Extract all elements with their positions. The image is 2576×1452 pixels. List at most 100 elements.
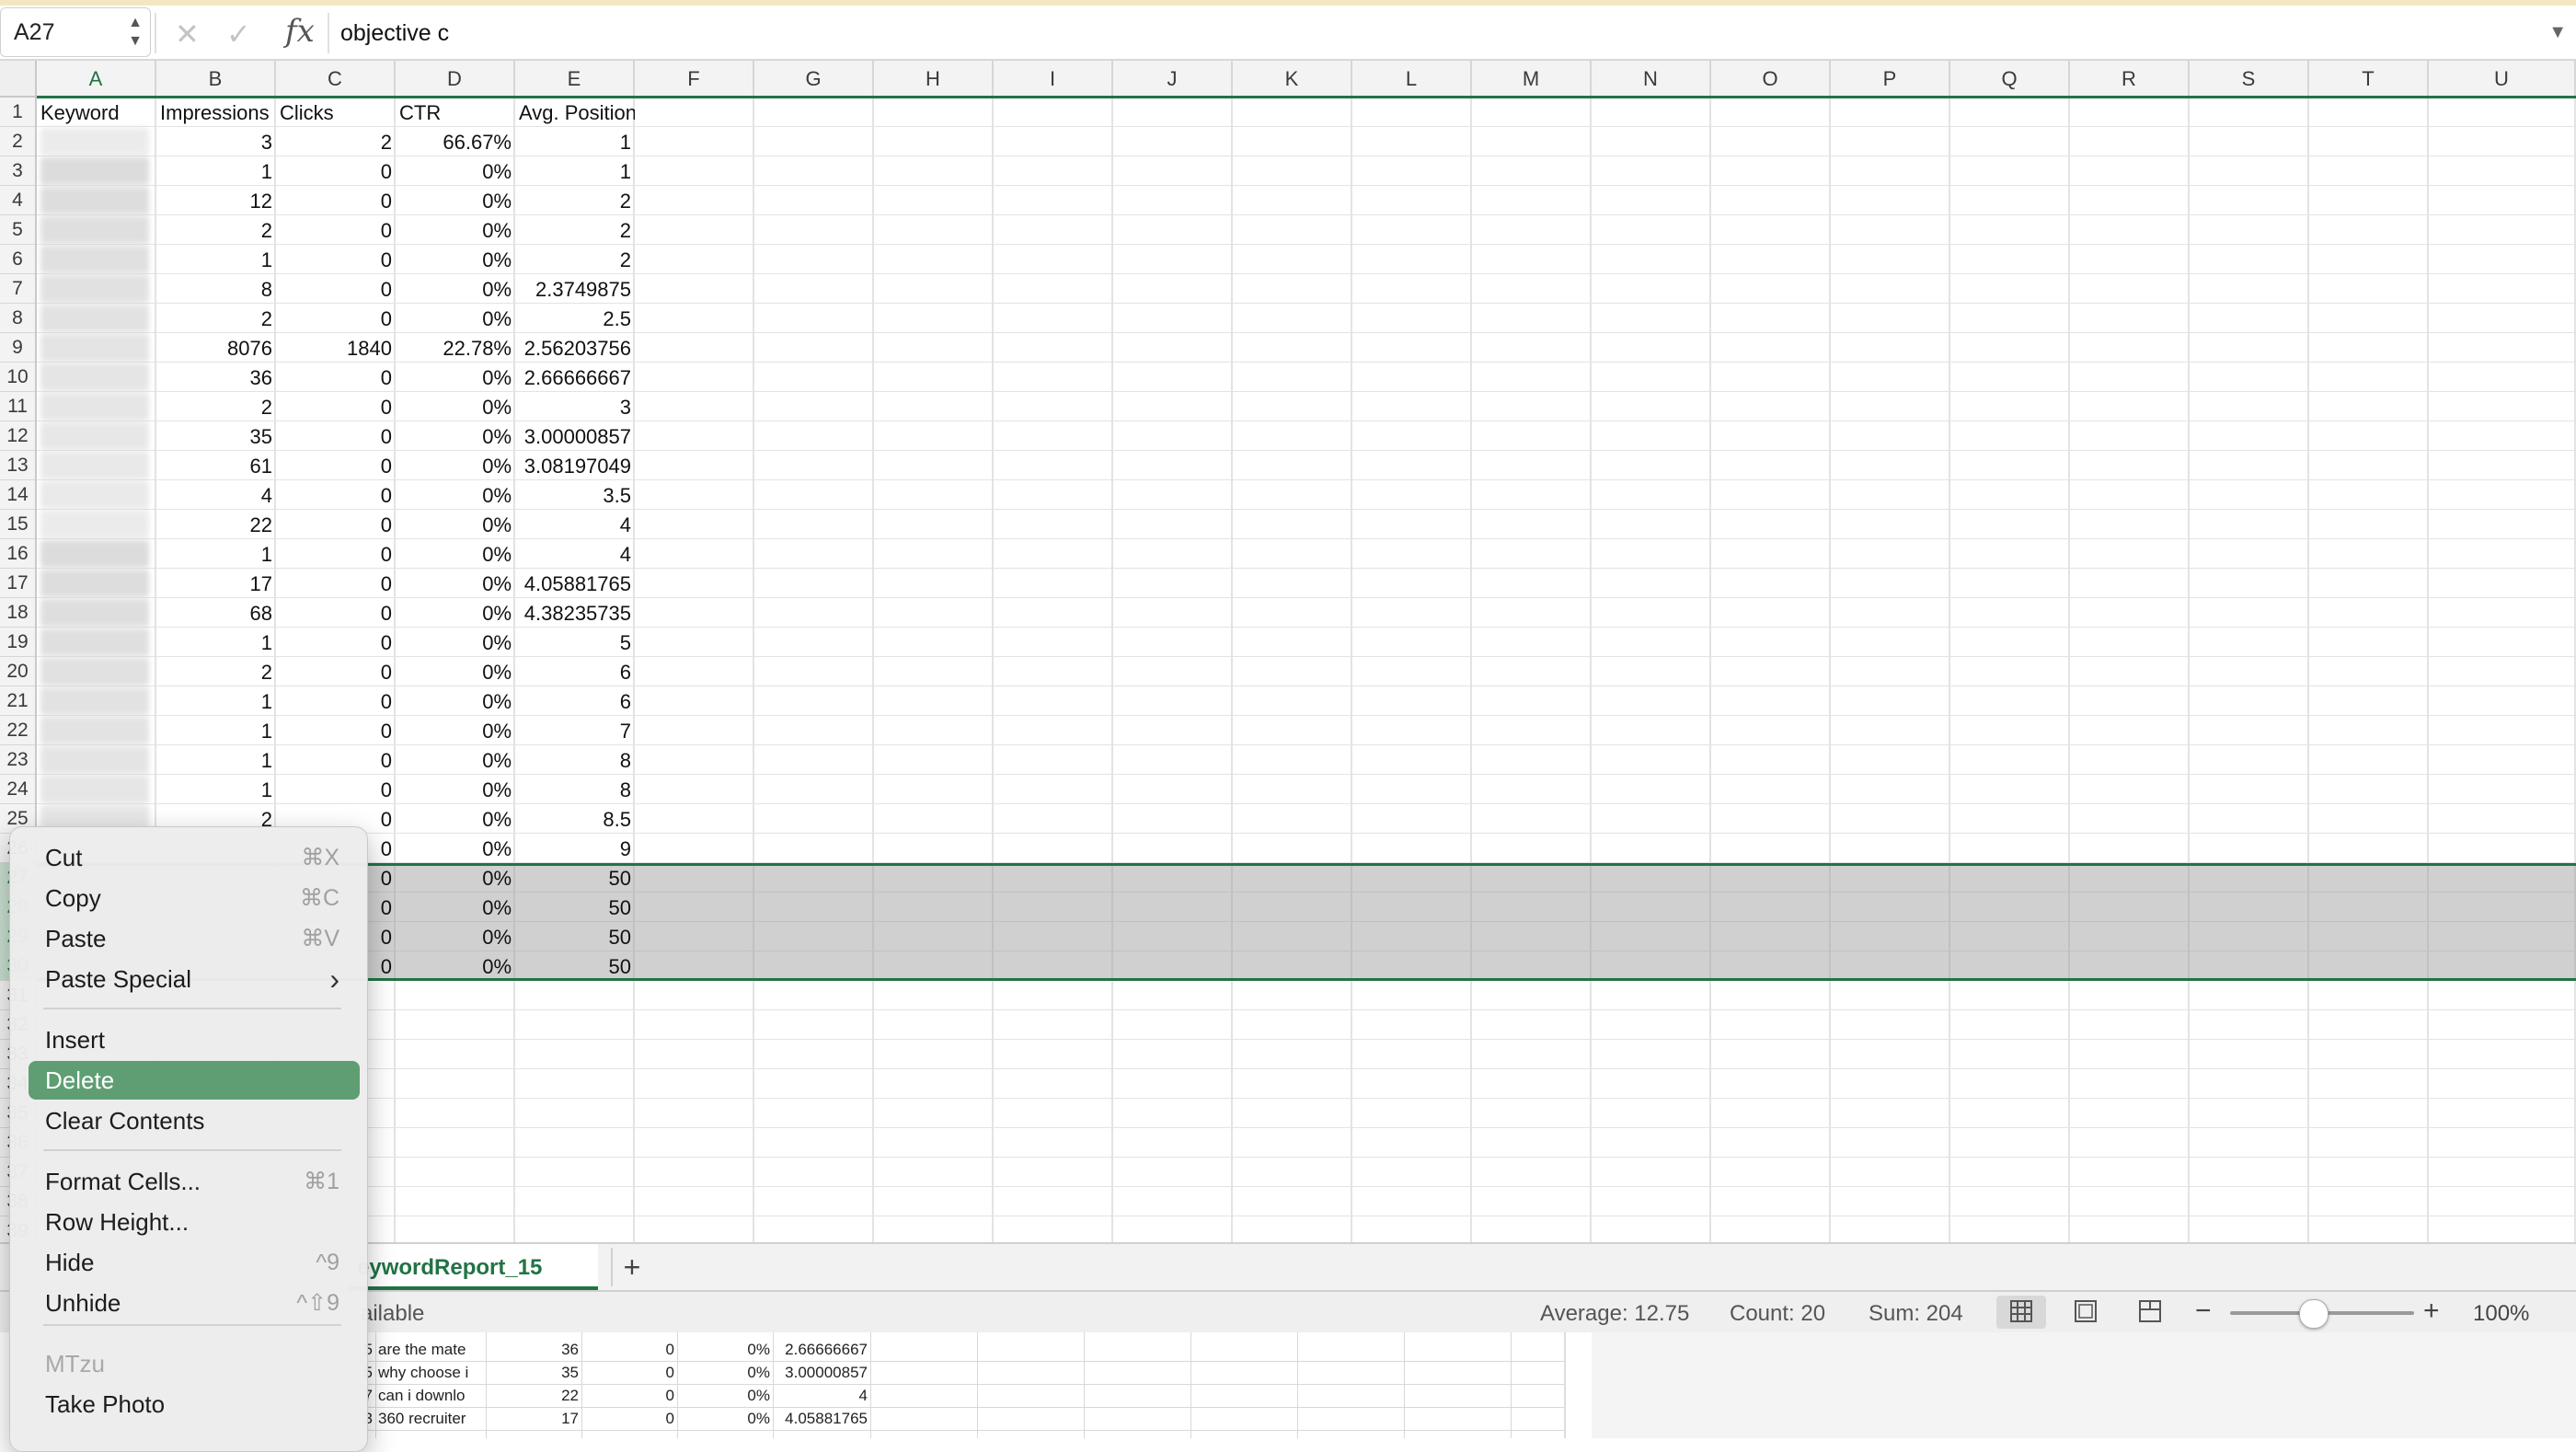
data-cell[interactable]: 1 [156,539,276,569]
data-cell[interactable]: 0% [396,363,515,392]
data-cell[interactable]: 0% [396,598,515,628]
redacted-keyword-cell[interactable] [40,599,149,627]
data-cell[interactable]: 6 [515,686,635,716]
data-cell[interactable]: 0 [276,628,396,657]
menu-item-delete[interactable]: Delete [29,1061,360,1100]
header-cell[interactable]: Avg. Position [515,98,635,127]
data-cell[interactable]: 0 [276,363,396,392]
data-cell[interactable]: 8 [515,745,635,775]
zoom-slider-thumb[interactable] [2299,1299,2329,1329]
column-header-n[interactable]: N [1592,61,1711,98]
data-cell[interactable]: 3.5 [515,480,635,510]
data-cell[interactable]: 0% [396,834,515,863]
data-cell[interactable]: 0 [276,686,396,716]
redacted-keyword-cell[interactable] [40,717,149,744]
redacted-keyword-cell[interactable] [40,570,149,597]
redacted-keyword-cell[interactable] [40,540,149,568]
row-header-6[interactable]: 6 [0,245,35,274]
menu-item-clear-contents[interactable]: Clear Contents [29,1101,360,1140]
data-cell[interactable]: 2 [156,657,276,686]
data-cell[interactable]: 3.08197049 [515,451,635,480]
data-cell[interactable]: 1 [156,716,276,745]
data-cell[interactable]: 0% [396,657,515,686]
data-cell[interactable]: 0% [396,922,515,951]
redacted-keyword-cell[interactable] [40,746,149,774]
menu-item-hide[interactable]: Hide ^9 [29,1243,360,1282]
data-cell[interactable]: 0 [276,569,396,598]
cross-icon[interactable]: ✕ [175,17,200,52]
row-header-23[interactable]: 23 [0,745,35,775]
data-cell[interactable]: 0 [276,274,396,304]
data-cell[interactable]: 0 [276,745,396,775]
data-cell[interactable]: 8 [156,274,276,304]
chevron-down-icon[interactable]: ▼ [2548,22,2567,43]
data-cell[interactable]: 2.66666667 [515,363,635,392]
page-break-view-icon[interactable] [2125,1296,2175,1329]
redacted-keyword-cell[interactable] [40,187,149,214]
worksheet[interactable]: ABCDEFGHIJKLMNOPQRSTU 1 2 3 4 5 6 7 8 9 10 11 12 13 1… [0,61,2576,1242]
row-header-18[interactable]: 18 [0,598,35,628]
header-cell[interactable]: CTR [396,98,515,127]
normal-view-icon[interactable] [1996,1296,2046,1329]
data-cell[interactable]: 0 [276,392,396,421]
header-cell[interactable]: Clicks [276,98,396,127]
row-header-5[interactable]: 5 [0,215,35,245]
data-cell[interactable]: 0% [396,245,515,274]
data-cell[interactable]: 0% [396,480,515,510]
add-sheet-button[interactable]: + [611,1248,651,1286]
redacted-keyword-cell[interactable] [40,628,149,656]
formula-input[interactable]: objective c [340,20,449,47]
data-cell[interactable]: 4 [515,539,635,569]
row-header-7[interactable]: 7 [0,274,35,304]
column-header-u[interactable]: U [2429,61,2576,98]
data-cell[interactable]: 1 [156,686,276,716]
data-cell[interactable]: 8076 [156,333,276,363]
data-cell[interactable]: 0% [396,686,515,716]
data-cell[interactable]: 50 [515,893,635,922]
column-header-a[interactable]: A [37,61,156,98]
row-header-15[interactable]: 15 [0,510,35,539]
data-cell[interactable]: 0 [276,156,396,186]
row-header-2[interactable]: 2 [0,127,35,156]
menu-item-paste[interactable]: Paste ⌘V [29,919,360,958]
data-cell[interactable]: 2 [515,245,635,274]
data-cell[interactable]: 0% [396,745,515,775]
data-cell[interactable]: 1 [156,245,276,274]
column-header-h[interactable]: H [874,61,994,98]
redacted-keyword-cell[interactable] [40,157,149,185]
data-cell[interactable]: 61 [156,451,276,480]
data-cell[interactable]: 0 [276,510,396,539]
data-cell[interactable]: 3 [156,127,276,156]
column-header-d[interactable]: D [396,61,515,98]
column-header-l[interactable]: L [1352,61,1472,98]
page-layout-view-icon[interactable] [2061,1296,2110,1329]
data-cell[interactable]: 3 [515,392,635,421]
row-header-20[interactable]: 20 [0,657,35,686]
redacted-keyword-cell[interactable] [40,363,149,391]
data-cell[interactable]: 0 [276,451,396,480]
sheet-tab-keyword-report[interactable]: eywordReport_15 [350,1244,598,1290]
zoom-level[interactable]: 100% [2473,1301,2529,1327]
row-header-17[interactable]: 17 [0,569,35,598]
row-header-16[interactable]: 16 [0,539,35,569]
data-cell[interactable]: 0% [396,863,515,893]
menu-item-insert[interactable]: Insert [29,1020,360,1059]
column-header-c[interactable]: C [276,61,396,98]
row-header-4[interactable]: 4 [0,186,35,215]
data-cell[interactable]: 50 [515,951,635,981]
row-header-1[interactable]: 1 [0,98,35,127]
data-cell[interactable]: 1 [156,775,276,804]
menu-item-row-height[interactable]: Row Height... [29,1203,360,1241]
redacted-keyword-cell[interactable] [40,246,149,273]
column-header-g[interactable]: G [754,61,874,98]
redacted-keyword-cell[interactable] [40,452,149,479]
row-header-3[interactable]: 3 [0,156,35,186]
column-header-i[interactable]: I [994,61,1113,98]
data-cell[interactable]: 0% [396,451,515,480]
data-cell[interactable]: 0% [396,215,515,245]
column-header-q[interactable]: Q [1950,61,2070,98]
column-header-j[interactable]: J [1113,61,1233,98]
row-header-8[interactable]: 8 [0,304,35,333]
menu-item-unhide[interactable]: Unhide ^⇧9 [29,1284,360,1322]
data-cell[interactable]: 0 [276,245,396,274]
